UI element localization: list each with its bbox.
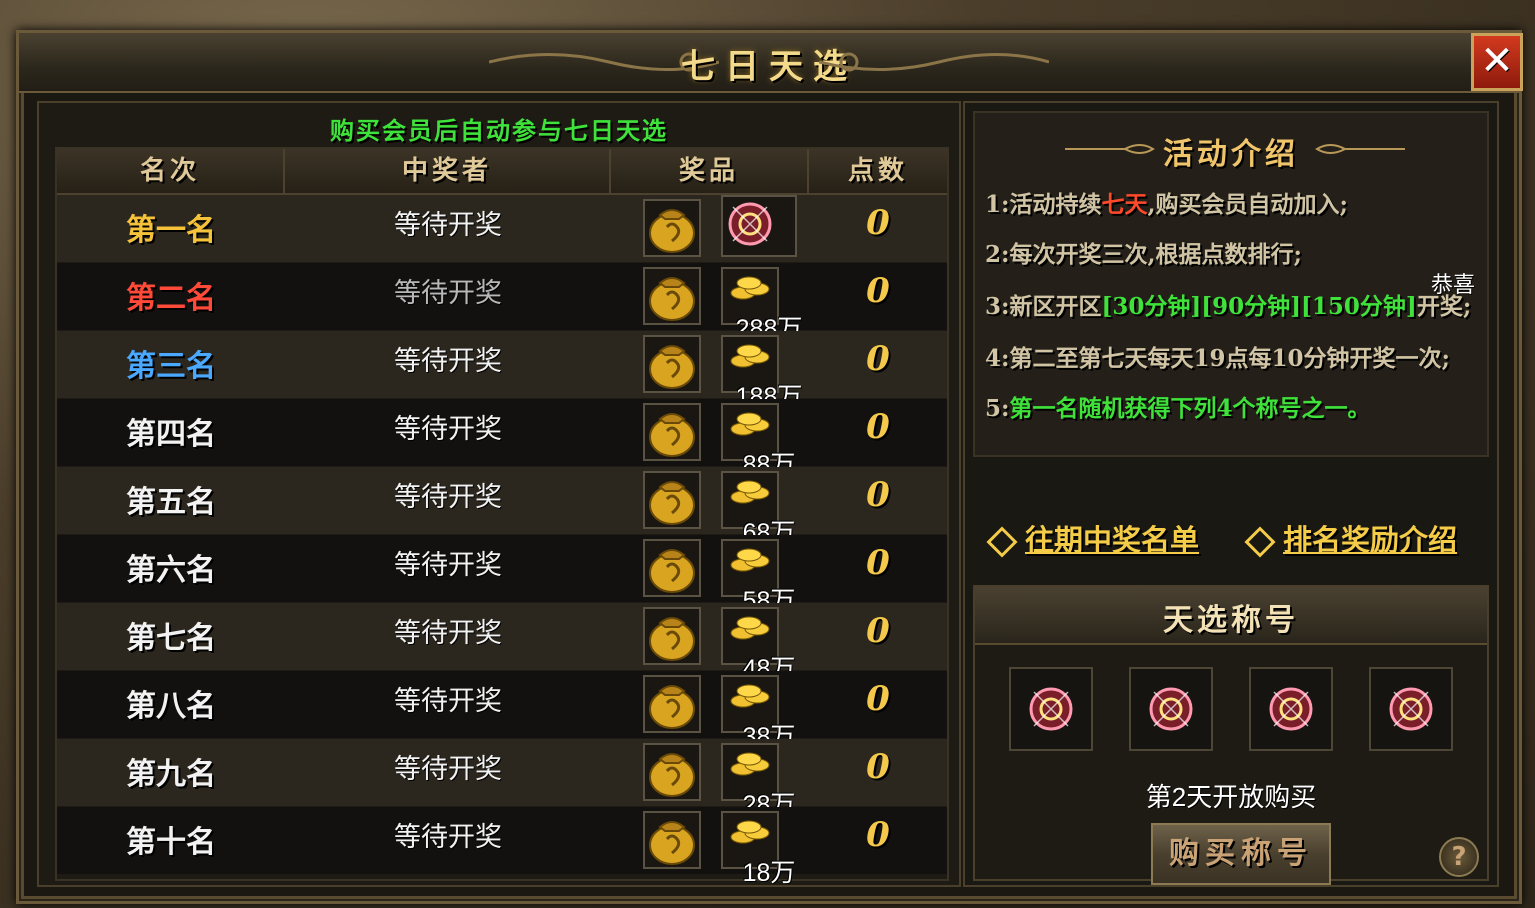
table-row: 第一名 等待开奖 0 <box>57 195 947 262</box>
open-purchase-text: 第2天开放购买 <box>1145 782 1317 812</box>
header-points: 点数 <box>847 156 908 186</box>
info-panel: 活动介绍 1:活动持续七天,购买会员自动加入; 2:每次开奖三次,根据点数排行;… <box>963 101 1499 887</box>
header-rank: 名次 <box>57 149 285 193</box>
activity-intro: 活动介绍 1:活动持续七天,购买会员自动加入; 2:每次开奖三次,根据点数排行;… <box>973 111 1489 457</box>
titlebar: 七日天选 ✕ <box>19 33 1523 93</box>
winner-name: 等待开奖 <box>394 754 502 784</box>
points-value: 0 <box>866 203 890 243</box>
points-value: 0 <box>866 611 890 651</box>
close-icon: ✕ <box>1480 38 1514 84</box>
points-value: 0 <box>866 747 890 787</box>
winner-name: 等待开奖 <box>394 822 502 852</box>
rank-label: 第五名 <box>126 485 216 520</box>
points-value: 0 <box>866 679 890 719</box>
table-row: 第七名 等待开奖 48万 0 <box>57 603 947 683</box>
winner-name: 等待开奖 <box>394 482 502 512</box>
rank-label: 第七名 <box>126 621 216 656</box>
points-value: 0 <box>866 339 890 379</box>
gold-bag-icon[interactable] <box>643 743 701 801</box>
rule-1-text-end: ,购买会员自动加入; <box>1147 191 1349 218</box>
rank-label: 第九名 <box>126 757 216 792</box>
header-winner: 中奖者 <box>285 149 611 193</box>
rule-3-highlight: [30分钟][90分钟][150分钟] <box>1101 293 1417 320</box>
winner-name: 等待开奖 <box>394 210 502 240</box>
rank-label: 第四名 <box>126 417 216 452</box>
winner-name: 等待开奖 <box>394 278 502 308</box>
rule-1: 1:活动持续七天,购买会员自动加入; <box>985 185 1348 219</box>
table-row: 第八名 等待开奖 38万 0 <box>57 671 947 751</box>
rule-4: 4:第二至第七天每天19点每10分钟开奖一次; <box>985 345 1450 372</box>
gold-bag-icon[interactable] <box>643 539 701 597</box>
rule-3: 3:新区开区[30分钟][90分钟][150分钟]开奖; <box>985 287 1471 321</box>
winner-name: 等待开奖 <box>394 550 502 580</box>
table-row: 第十名 等待开奖 18万 0 <box>57 807 947 887</box>
rule-2: 2:每次开奖三次,根据点数排行; <box>985 241 1302 268</box>
title-emblem-icon[interactable] <box>1249 667 1333 751</box>
intro-title: 活动介绍 <box>1163 137 1299 172</box>
rule-3-text: 3:新区开区 <box>985 293 1102 320</box>
rank-label: 第一名 <box>126 213 216 248</box>
titles-header: 天选称号 <box>975 587 1487 645</box>
winner-name: 等待开奖 <box>394 618 502 648</box>
help-icon[interactable]: ? <box>1439 837 1479 877</box>
ranking-table: 名次 中奖者 奖品 点数 第一名 等待开奖 0 第二名 等待开奖 288万 0 第三名 等待开奖… <box>55 147 949 887</box>
table-row: 第五名 等待开奖 68万 0 <box>57 467 947 547</box>
points-value: 0 <box>866 271 890 311</box>
rank-rewards-link[interactable]: 排名奖励介绍 <box>1244 517 1458 559</box>
rank-label: 第十名 <box>126 825 216 860</box>
history-winners-link[interactable]: 往期中奖名单 <box>986 517 1200 559</box>
rank-label: 第三名 <box>126 349 216 384</box>
gold-bag-icon[interactable] <box>643 267 701 325</box>
gold-bag-icon[interactable] <box>643 199 701 257</box>
points-value: 0 <box>866 475 890 515</box>
history-winners-label: 往期中奖名单 <box>1025 523 1200 557</box>
diamond-icon <box>1244 526 1276 558</box>
gold-bag-icon[interactable] <box>643 471 701 529</box>
points-value: 0 <box>866 815 890 855</box>
header-prize: 奖品 <box>611 149 809 193</box>
rule-5-text: 5: <box>985 395 1010 422</box>
titles-header-text: 天选称号 <box>1163 603 1299 638</box>
rank-label: 第六名 <box>126 553 216 588</box>
rule-5: 5:第一名随机获得下列4个称号之一。 <box>985 389 1371 423</box>
title-emblem-icon[interactable] <box>1129 667 1213 751</box>
rule-1-text: 1:活动持续 <box>985 191 1102 218</box>
table-header: 名次 中奖者 奖品 点数 <box>57 149 947 195</box>
window-title: 七日天选 <box>681 47 857 87</box>
rank-label: 第二名 <box>126 281 216 316</box>
gold-amount: 18万 <box>742 859 796 887</box>
seven-day-selection-window: 七日天选 ✕ 购买会员后自动参与七日天选 名次 中奖者 奖品 点数 第一名等待开… <box>16 30 1523 904</box>
table-row: 第四名 等待开奖 88万 0 <box>57 399 947 479</box>
rule-3-text-end: 开奖; <box>1416 293 1472 320</box>
title-emblem-icon[interactable] <box>721 195 797 257</box>
rule-1-highlight: 七天 <box>1101 191 1148 218</box>
close-button[interactable]: ✕ <box>1471 33 1523 91</box>
diamond-icon <box>986 526 1018 558</box>
winner-name: 等待开奖 <box>394 414 502 444</box>
gold-bag-icon[interactable] <box>643 403 701 461</box>
winner-name: 等待开奖 <box>394 686 502 716</box>
gold-bag-icon[interactable] <box>643 335 701 393</box>
auto-join-notice: 购买会员后自动参与七日天选 <box>330 116 668 145</box>
points-value: 0 <box>866 407 890 447</box>
titles-section: 天选称号 第2天开放购买 购买称号 ? <box>973 585 1489 885</box>
points-value: 0 <box>866 543 890 583</box>
buy-title-button[interactable]: 购买称号 <box>1151 823 1331 885</box>
intro-ornament-right-icon <box>1315 144 1405 154</box>
table-row: 第二名 等待开奖 288万 0 <box>57 263 947 343</box>
ranking-panel: 购买会员后自动参与七日天选 名次 中奖者 奖品 点数 第一名 等待开奖 0 第二名 等待… <box>37 101 961 887</box>
title-emblem-icon[interactable] <box>1009 667 1093 751</box>
title-emblem-icon[interactable] <box>1369 667 1453 751</box>
table-row: 第九名 等待开奖 28万 0 <box>57 739 947 819</box>
gold-bag-icon[interactable] <box>643 811 701 869</box>
gold-bag-icon[interactable] <box>643 607 701 665</box>
winner-name: 等待开奖 <box>394 346 502 376</box>
rule-5-highlight: 第一名随机获得下列4个称号之一。 <box>1009 395 1371 422</box>
table-row: 第三名 等待开奖 188万 0 <box>57 331 947 411</box>
table-row: 第六名 等待开奖 58万 0 <box>57 535 947 615</box>
title-ornament-right-icon <box>819 52 1049 72</box>
rank-label: 第八名 <box>126 689 216 724</box>
rank-rewards-label: 排名奖励介绍 <box>1283 523 1458 557</box>
gold-bag-icon[interactable] <box>643 675 701 733</box>
